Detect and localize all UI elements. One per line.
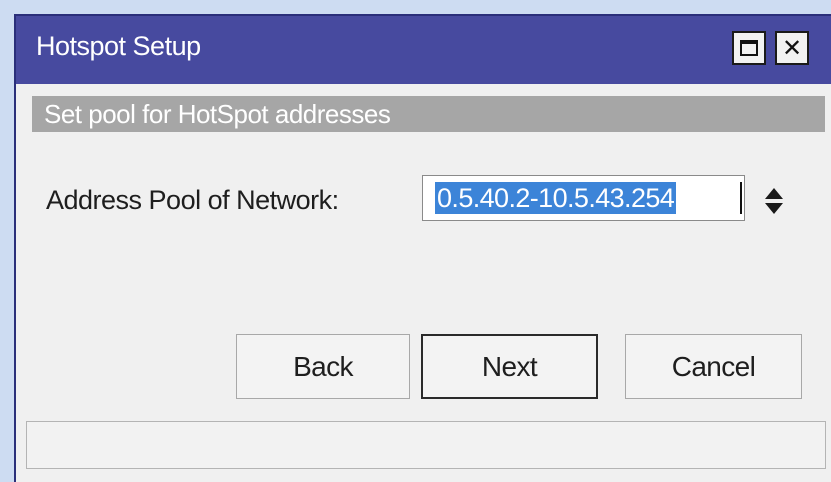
arrow-down-icon[interactable] xyxy=(765,203,783,214)
close-icon: ✕ xyxy=(781,34,803,62)
dialog-content: Set pool for HotSpot addresses Address P… xyxy=(16,84,831,482)
status-bar xyxy=(26,421,826,469)
window-title: Hotspot Setup xyxy=(36,31,201,61)
maximize-icon xyxy=(740,40,758,56)
hotspot-setup-dialog: Hotspot Setup ✕ Set pool for HotSpot add… xyxy=(14,14,831,482)
address-pool-input[interactable]: 0.5.40.2-10.5.43.254 xyxy=(422,175,745,221)
address-pool-value: 0.5.40.2-10.5.43.254 xyxy=(435,182,677,214)
back-button[interactable]: Back xyxy=(236,334,410,399)
cancel-button[interactable]: Cancel xyxy=(625,334,802,399)
close-button[interactable]: ✕ xyxy=(775,31,809,65)
desktop: Hotspot Setup ✕ Set pool for HotSpot add… xyxy=(0,0,831,482)
title-bar[interactable]: Hotspot Setup ✕ xyxy=(16,16,831,84)
text-caret xyxy=(740,182,742,214)
arrow-up-icon[interactable] xyxy=(765,188,783,199)
next-button[interactable]: Next xyxy=(421,334,598,399)
address-pool-label: Address Pool of Network: xyxy=(46,185,339,215)
step-subtitle: Set pool for HotSpot addresses xyxy=(44,99,391,129)
up-down-arrows-icon[interactable] xyxy=(764,188,784,216)
maximize-button[interactable] xyxy=(732,31,766,65)
step-header: Set pool for HotSpot addresses xyxy=(32,96,825,132)
